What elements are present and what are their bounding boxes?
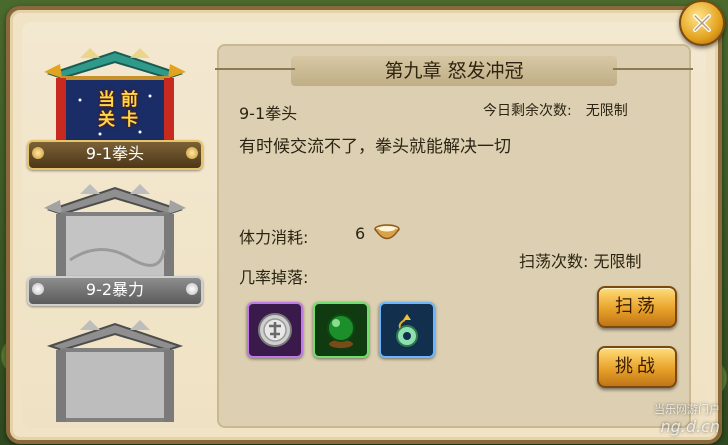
current-stage-badge: 当 前 关 卡	[90, 90, 146, 130]
stage-item-current[interactable]: 当 前 关 卡 9-1拳头	[26, 44, 204, 170]
drop-item-2[interactable]	[313, 302, 369, 358]
stage-item-2[interactable]: 9-2暴力	[26, 180, 204, 306]
watermark-line-1: 当乐网游门户	[654, 403, 720, 416]
daily-remaining-value: 无限制	[585, 103, 628, 119]
silver-seal-icon	[258, 313, 292, 347]
green-orb-icon	[327, 314, 355, 348]
stage-item-3[interactable]	[26, 316, 204, 422]
label-end-right	[186, 147, 198, 159]
stamina-bowl-icon	[374, 224, 400, 240]
chapter-title-bar: 第九章 怒发冲冠	[215, 56, 693, 86]
label-end-left	[32, 283, 44, 295]
stage-label-text: 9-2暴力	[85, 280, 145, 299]
sweep-button[interactable]: 扫荡	[597, 286, 677, 328]
ornament-left	[215, 68, 295, 76]
stage-description: 有时候交流不了，拳头就能解决一切	[239, 137, 511, 157]
jade-pendant-icon	[396, 314, 418, 347]
stage-name: 9-1拳头	[239, 104, 298, 123]
watermark: 当乐网游门户 ng.d.cn	[590, 401, 720, 441]
drops-label: 几率掉落:	[239, 268, 309, 287]
drop-item-1[interactable]	[247, 302, 303, 358]
locked-stage-gate	[40, 180, 190, 286]
label-end-right	[186, 283, 198, 295]
stage-detail-panel: 第九章 怒发冲冠 9-1拳头 今日剩余次数: 无限制 有时候交流不了，拳头就能解决…	[215, 44, 693, 428]
gate-grey-icon	[46, 320, 184, 422]
stage-label: 9-2暴力	[27, 276, 203, 306]
locked-stage-gate	[40, 316, 190, 422]
gate-grey-icon	[44, 184, 186, 286]
badge-line-1: 当 前	[98, 90, 138, 110]
challenge-button[interactable]: 挑战	[597, 346, 677, 388]
daily-remaining: 今日剩余次数: 无限制	[483, 100, 628, 120]
daily-remaining-label: 今日剩余次数:	[483, 103, 572, 119]
ornament-right	[613, 68, 693, 76]
stage-label-text: 9-1拳头	[85, 144, 145, 163]
sweep-count: 扫荡次数: 无限制	[519, 252, 642, 271]
current-stage-gate: 当 前 关 卡	[40, 44, 190, 150]
close-icon	[693, 14, 711, 32]
stamina-value: 6	[355, 224, 366, 243]
chapter-title: 第九章 怒发冲冠	[384, 60, 524, 82]
drop-item-3[interactable]	[379, 302, 435, 358]
watermark-line-2: ng.d.cn	[660, 417, 720, 436]
close-button[interactable]	[679, 0, 725, 46]
stage-label: 9-1拳头	[27, 140, 203, 170]
stamina-label: 体力消耗:	[239, 228, 309, 247]
badge-line-2: 关 卡	[98, 110, 138, 130]
label-end-left	[32, 147, 44, 159]
